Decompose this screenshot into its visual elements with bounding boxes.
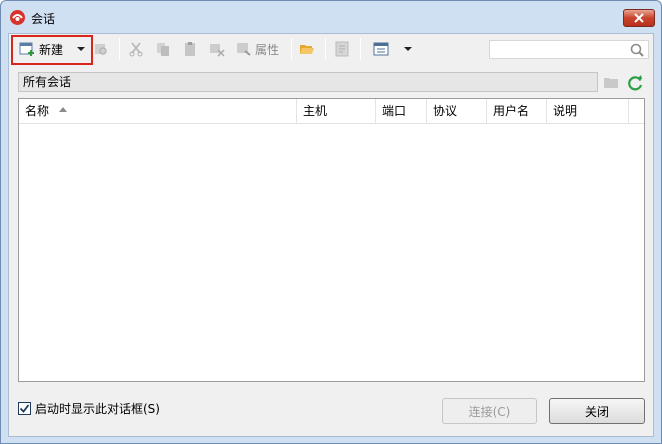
paste-button[interactable]: [182, 38, 198, 60]
chevron-down-icon: [404, 47, 412, 51]
open-folder-button[interactable]: [299, 38, 315, 60]
sort-ascending-icon: [59, 107, 68, 112]
paste-icon: [185, 42, 195, 56]
search-box[interactable]: [489, 40, 649, 59]
toolbar-separator: [119, 38, 120, 60]
properties-icon: [237, 43, 251, 56]
scissors-icon: [129, 42, 143, 57]
toolbar-separator: [325, 38, 326, 60]
column-header-name[interactable]: 名称: [19, 99, 297, 124]
delete-button[interactable]: [209, 38, 225, 60]
dialog-client: 新建 属性 所有会话 名称 主机 端口 协议 用户名 说明 启动时显示此对话框(…: [8, 33, 654, 437]
column-header-host[interactable]: 主机: [297, 99, 376, 124]
session-path-bar: 所有会话: [18, 72, 598, 92]
find-icon: [95, 44, 107, 55]
view-list-icon: [373, 42, 389, 56]
chevron-down-icon: [77, 47, 85, 51]
copy-icon: [157, 43, 169, 56]
column-header-username[interactable]: 用户名: [487, 99, 547, 124]
new-session-label: 新建: [39, 42, 64, 57]
copy-button[interactable]: [155, 38, 171, 60]
session-table: 名称 主机 端口 协议 用户名 说明: [18, 98, 645, 382]
sessions-dialog: 会话 新建 属性 所有会话 名称 主机 端口 协议 用户名 说明 启动时显示此对…: [0, 0, 662, 444]
folder-open-icon: [300, 45, 314, 54]
document-icon: [335, 41, 349, 57]
connect-button[interactable]: 连接(C): [442, 398, 537, 424]
delete-icon: [210, 44, 225, 57]
new-dropdown-button[interactable]: [77, 38, 85, 60]
new-session-button[interactable]: 新建: [19, 38, 63, 60]
toolbar-separator: [291, 38, 292, 60]
search-icon[interactable]: [629, 42, 645, 58]
search-input[interactable]: [492, 42, 622, 57]
view-button[interactable]: [373, 38, 389, 60]
toolbar: 新建 属性: [9, 34, 653, 65]
properties-button[interactable]: 属性: [236, 38, 279, 60]
current-folder-label: 所有会话: [23, 75, 72, 89]
close-icon: [634, 13, 644, 23]
window-close-button[interactable]: [623, 9, 655, 27]
view-dropdown-button[interactable]: [404, 38, 412, 60]
show-on-startup-checkbox[interactable]: [18, 402, 31, 415]
app-logo-icon: [10, 10, 25, 25]
new-session-icon: [19, 42, 34, 56]
show-on-startup-option[interactable]: 启动时显示此对话框(S): [18, 400, 160, 417]
cut-button[interactable]: [128, 38, 144, 60]
title-bar: 会话: [1, 1, 661, 33]
close-button[interactable]: 关闭: [549, 398, 645, 424]
toolbar-separator: [360, 38, 361, 60]
checkmark-icon: [19, 404, 30, 413]
refresh-icon[interactable]: [626, 74, 644, 92]
properties-label: 属性: [255, 42, 280, 57]
folder-icon[interactable]: [603, 74, 619, 90]
show-on-startup-label: 启动时显示此对话框(S): [35, 402, 160, 416]
column-header-protocol[interactable]: 协议: [427, 99, 487, 124]
table-header: 名称 主机 端口 协议 用户名 说明: [19, 99, 644, 124]
window-title: 会话: [31, 12, 56, 26]
find-button[interactable]: [93, 38, 109, 60]
edit-button[interactable]: [334, 38, 350, 60]
column-header-port[interactable]: 端口: [376, 99, 427, 124]
column-header-description[interactable]: 说明: [547, 99, 629, 124]
